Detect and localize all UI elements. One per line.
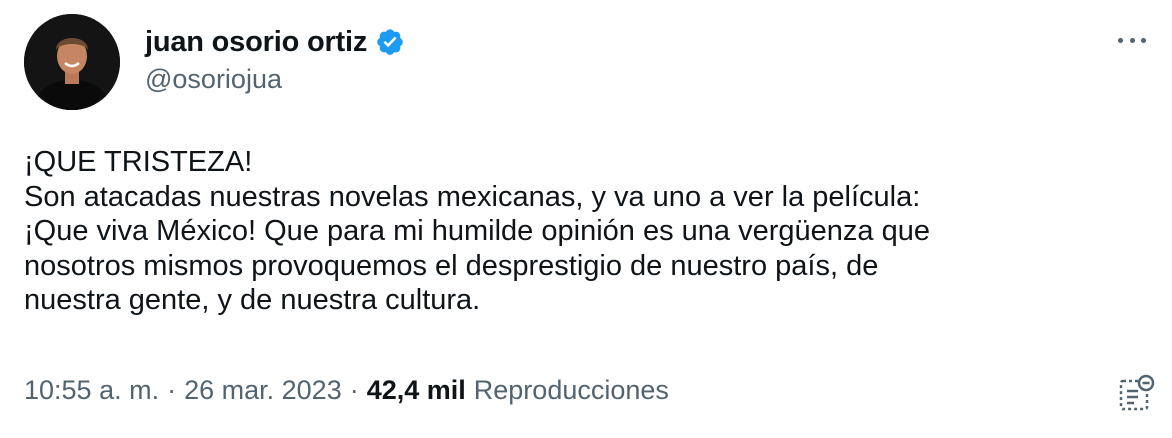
views-label: Reproducciones <box>473 375 669 405</box>
tweet-text: ¡QUE TRISTEZA! Son atacadas nuestras nov… <box>24 146 930 316</box>
more-options-icon[interactable] <box>1114 30 1150 50</box>
author-name-row: juan osorio ortiz <box>145 24 405 60</box>
views-count: 42,4 mil <box>366 375 466 405</box>
tweet-time[interactable]: 10:55 a. m. <box>24 375 159 406</box>
tweet-meta: 10:55 a. m. · 26 mar. 2023 · 42,4 mil Re… <box>24 375 669 406</box>
meta-separator: · <box>349 375 359 405</box>
author-handle[interactable]: @osoriojua <box>145 64 282 95</box>
analytics-icon[interactable] <box>1116 374 1156 414</box>
tweet-card: juan osorio ortiz @osoriojua ¡QUE TRISTE… <box>0 0 1172 438</box>
display-name[interactable]: juan osorio ortiz <box>145 26 367 59</box>
meta-separator: · <box>167 375 177 405</box>
avatar[interactable] <box>24 14 120 110</box>
verified-badge-icon[interactable] <box>375 27 405 57</box>
tweet-date[interactable]: 26 mar. 2023 <box>184 375 342 406</box>
